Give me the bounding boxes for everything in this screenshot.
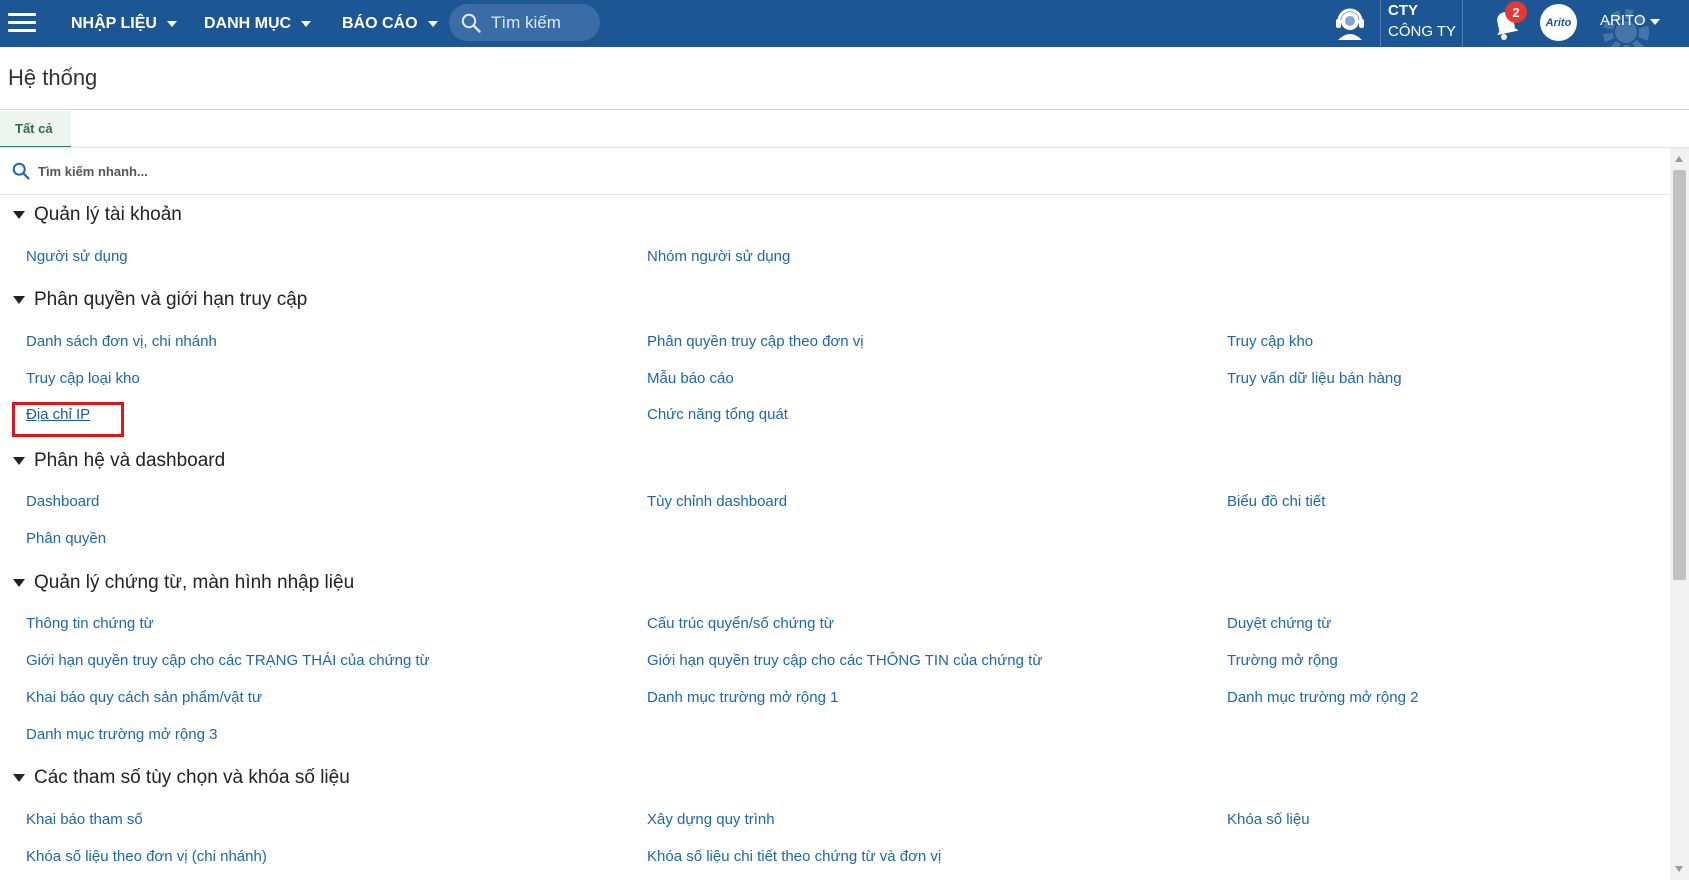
- search-icon: [461, 13, 481, 33]
- chevron-down-icon: [166, 20, 177, 27]
- section-title: Phân hệ và dashboard: [34, 450, 226, 471]
- caret-down-icon: [13, 579, 25, 587]
- section-header-options-data-lock[interactable]: Các tham số tùy chọn và khóa số liệu: [13, 764, 350, 792]
- caret-down-icon: [13, 296, 25, 304]
- menu-bao-cao[interactable]: BÁO CÁO: [342, 0, 438, 47]
- section-header-account-management[interactable]: Quản lý tài khoản: [13, 201, 182, 229]
- link-product-spec[interactable]: Khai báo quy cách sản phẩm/vật tư: [26, 689, 262, 706]
- link-general-functions[interactable]: Chức năng tổng quát: [647, 406, 788, 423]
- link-extended-fields[interactable]: Trường mở rộng: [1227, 652, 1338, 669]
- section-title: Phân quyền và giới hạn truy cập: [34, 289, 308, 310]
- menu-danh-muc[interactable]: DANH MỤC: [204, 0, 312, 47]
- divider: [0, 109, 1689, 110]
- menu-nhap-lieu-label: NHẬP LIỆU: [71, 14, 157, 32]
- link-info-access-limit[interactable]: Giới hạn quyền truy cập cho các THÔNG TI…: [647, 652, 1042, 669]
- link-permissions[interactable]: Phân quyền: [26, 530, 106, 547]
- user-menu[interactable]: Arito ARITO: [1536, 0, 1689, 47]
- global-search-input[interactable]: [491, 12, 591, 33]
- vertical-scrollbar[interactable]: [1670, 148, 1689, 880]
- chevron-down-icon: [427, 20, 438, 27]
- search-icon: [12, 162, 30, 180]
- avatar: Arito: [1540, 4, 1577, 41]
- company-name: CÔNG TY: [1388, 23, 1457, 40]
- support-agent-icon[interactable]: [1330, 4, 1370, 42]
- link-dashboard[interactable]: Dashboard: [26, 493, 99, 510]
- link-report-templates[interactable]: Mẫu báo cáo: [647, 370, 734, 387]
- page-title: Hệ thống: [8, 65, 98, 90]
- scrollbar-thumb[interactable]: [1673, 170, 1686, 580]
- chevron-down-icon: [1650, 19, 1660, 25]
- link-users[interactable]: Người sử dụng: [26, 248, 128, 265]
- link-sales-data-query[interactable]: Truy vấn dữ liệu bán hàng: [1227, 370, 1402, 387]
- link-extended-field-list-2[interactable]: Danh mục trường mở rộng 2: [1227, 689, 1418, 706]
- caret-down-icon: [13, 774, 25, 782]
- link-detail-chart[interactable]: Biểu đồ chi tiết: [1227, 493, 1325, 510]
- link-user-groups[interactable]: Nhóm người sử dụng: [647, 248, 790, 265]
- caret-down-icon: [13, 457, 25, 465]
- section-header-document-management[interactable]: Quản lý chứng từ, màn hình nhập liệu: [13, 569, 354, 597]
- link-ip-address[interactable]: Địa chỉ IP: [26, 406, 90, 423]
- link-extended-field-list-1[interactable]: Danh mục trường mở rộng 1: [647, 689, 838, 706]
- link-customize-dashboard[interactable]: Tùy chỉnh dashboard: [647, 493, 787, 510]
- scroll-up-arrow-icon[interactable]: [1675, 156, 1683, 162]
- top-navigation-bar: NHẬP LIỆU DANH MỤC BÁO CÁO CTY CÔNG TY 2: [0, 0, 1689, 47]
- link-workflow-builder[interactable]: Xây dựng quy trình: [647, 811, 775, 828]
- link-warehouse-type-access[interactable]: Truy cập loại kho: [26, 370, 140, 387]
- company-selector[interactable]: CTY CÔNG TY: [1380, 0, 1463, 47]
- link-extended-field-list-3[interactable]: Danh mục trường mở rộng 3: [26, 726, 217, 743]
- section-title: Các tham số tùy chọn và khóa số liệu: [34, 767, 350, 788]
- menu-nhap-lieu[interactable]: NHẬP LIỆU: [71, 0, 177, 47]
- quick-search-input[interactable]: [38, 163, 438, 179]
- link-document-approval[interactable]: Duyệt chứng từ: [1227, 615, 1331, 632]
- chevron-down-icon: [301, 20, 312, 27]
- section-header-access-control[interactable]: Phân quyền và giới hạn truy cập: [13, 286, 307, 314]
- company-code: CTY: [1388, 2, 1418, 19]
- quick-search-box[interactable]: [12, 158, 612, 184]
- menu-danh-muc-label: DANH MỤC: [204, 14, 292, 32]
- menu-bao-cao-label: BÁO CÁO: [342, 14, 418, 32]
- link-parameters[interactable]: Khai báo tham số: [26, 811, 143, 828]
- system-function-list: Quản lý tài khoản Người sử dụng Nhóm ngư…: [0, 195, 1670, 880]
- scroll-down-arrow-icon[interactable]: [1675, 866, 1683, 872]
- link-data-lock-by-unit[interactable]: Khóa số liệu theo đơn vị (chi nhánh): [26, 848, 267, 865]
- global-search-box[interactable]: [449, 4, 600, 41]
- notification-count-badge: 2: [1505, 1, 1527, 23]
- divider: [0, 147, 1689, 148]
- section-header-modules-dashboard[interactable]: Phân hệ và dashboard: [13, 447, 225, 475]
- user-name: ARITO: [1600, 12, 1646, 29]
- section-title: Quản lý tài khoản: [34, 204, 182, 225]
- link-branch-list[interactable]: Danh sách đơn vị, chi nhánh: [26, 333, 217, 350]
- link-warehouse-access[interactable]: Truy cập kho: [1227, 333, 1313, 350]
- hamburger-menu-icon[interactable]: [8, 11, 38, 35]
- link-unit-access[interactable]: Phân quyền truy cập theo đơn vị: [647, 333, 864, 350]
- link-document-info[interactable]: Thông tin chứng từ: [26, 615, 154, 632]
- section-title: Quản lý chứng từ, màn hình nhập liệu: [34, 572, 355, 593]
- caret-down-icon: [13, 211, 25, 219]
- link-document-numbering[interactable]: Cấu trúc quyển/số chứng từ: [647, 615, 834, 632]
- link-status-access-limit[interactable]: Giới hạn quyền truy cập cho các TRẠNG TH…: [26, 652, 430, 669]
- tab-all[interactable]: Tất cả: [0, 111, 71, 148]
- link-data-lock[interactable]: Khóa số liệu: [1227, 811, 1310, 828]
- link-data-lock-detail[interactable]: Khóa số liệu chi tiết theo chứng từ và đ…: [647, 848, 941, 865]
